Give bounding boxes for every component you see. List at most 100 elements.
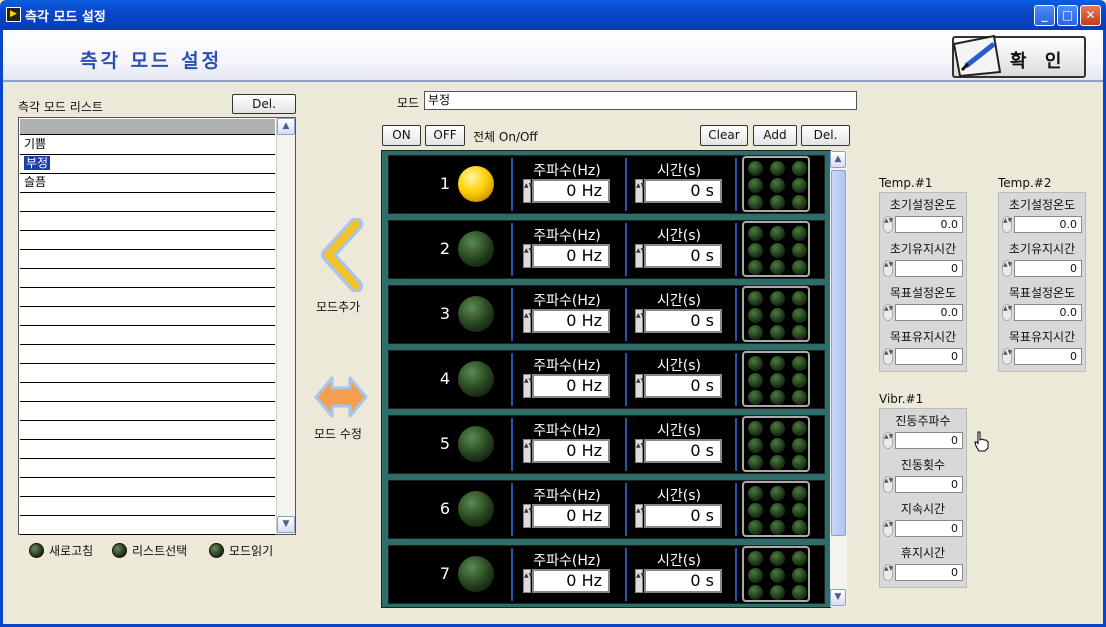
- matrix-led[interactable]: [792, 390, 807, 405]
- list-del-button[interactable]: Del.: [232, 94, 296, 114]
- led-matrix[interactable]: [742, 481, 810, 537]
- list-item[interactable]: [20, 212, 275, 231]
- vibr1-field-spinner[interactable]: ▲▼: [883, 476, 893, 493]
- add-mode-arrow-icon[interactable]: [318, 218, 366, 292]
- led-matrix[interactable]: [742, 416, 810, 472]
- matrix-led[interactable]: [748, 390, 763, 405]
- matrix-led[interactable]: [770, 243, 785, 258]
- matrix-led[interactable]: [770, 585, 785, 600]
- matrix-led[interactable]: [792, 195, 807, 210]
- freq-spinner[interactable]: ▲▼: [523, 569, 533, 593]
- matrix-led[interactable]: [770, 325, 785, 340]
- matrix-led[interactable]: [770, 486, 785, 501]
- matrix-led[interactable]: [792, 226, 807, 241]
- list-scrollbar[interactable]: ▲ ▼: [276, 118, 295, 534]
- channel-led[interactable]: [458, 491, 494, 527]
- led-matrix[interactable]: [742, 221, 810, 277]
- matrix-led[interactable]: [748, 373, 763, 388]
- list-item[interactable]: [20, 440, 275, 459]
- mode-input[interactable]: 부정: [424, 91, 857, 110]
- temp1-field-input[interactable]: 0: [895, 260, 963, 277]
- matrix-led[interactable]: [770, 291, 785, 306]
- matrix-led[interactable]: [770, 161, 785, 176]
- time-spinner[interactable]: ▲▼: [635, 179, 645, 203]
- matrix-led[interactable]: [770, 356, 785, 371]
- list-item[interactable]: [20, 364, 275, 383]
- matrix-led[interactable]: [792, 291, 807, 306]
- vibr1-field-input[interactable]: 0: [895, 520, 963, 537]
- time-input[interactable]: 0 s: [644, 244, 722, 268]
- list-item[interactable]: [20, 516, 275, 535]
- freq-input[interactable]: 0 Hz: [532, 504, 610, 528]
- freq-input[interactable]: 0 Hz: [532, 244, 610, 268]
- edit-mode-arrow-icon[interactable]: [314, 372, 368, 422]
- list-item[interactable]: [20, 459, 275, 478]
- temp2-field-input[interactable]: 0.0: [1014, 304, 1082, 321]
- temp2-field-input[interactable]: 0: [1014, 348, 1082, 365]
- matrix-led[interactable]: [748, 421, 763, 436]
- matrix-led[interactable]: [748, 585, 763, 600]
- temp1-field-spinner[interactable]: ▲▼: [883, 216, 893, 233]
- matrix-led[interactable]: [792, 421, 807, 436]
- matrix-led[interactable]: [792, 503, 807, 518]
- temp1-field-input[interactable]: 0.0: [895, 216, 963, 233]
- matrix-led[interactable]: [792, 260, 807, 275]
- vibr1-field-spinner[interactable]: ▲▼: [883, 564, 893, 581]
- add-button[interactable]: Add: [753, 125, 797, 146]
- matrix-led[interactable]: [748, 178, 763, 193]
- matrix-led[interactable]: [792, 520, 807, 535]
- list-item[interactable]: [20, 231, 275, 250]
- scroll-up-icon[interactable]: ▲: [277, 118, 295, 135]
- matrix-led[interactable]: [792, 178, 807, 193]
- temp1-field-spinner[interactable]: ▲▼: [883, 304, 893, 321]
- matrix-led[interactable]: [792, 438, 807, 453]
- matrix-led[interactable]: [792, 325, 807, 340]
- matrix-led[interactable]: [748, 455, 763, 470]
- maximize-button[interactable]: □: [1057, 5, 1078, 26]
- led-matrix[interactable]: [742, 286, 810, 342]
- matrix-led[interactable]: [770, 421, 785, 436]
- close-button[interactable]: ✕: [1080, 5, 1101, 26]
- list-item[interactable]: [20, 383, 275, 402]
- time-input[interactable]: 0 s: [644, 504, 722, 528]
- channel-led[interactable]: [458, 426, 494, 462]
- vibr1-field-input[interactable]: 0: [895, 564, 963, 581]
- temp1-field-input[interactable]: 0.0: [895, 304, 963, 321]
- time-input[interactable]: 0 s: [644, 309, 722, 333]
- vibr1-field-spinner[interactable]: ▲▼: [883, 432, 893, 449]
- temp2-field-spinner[interactable]: ▲▼: [1002, 260, 1012, 277]
- list-item[interactable]: [20, 288, 275, 307]
- channel-led[interactable]: [458, 296, 494, 332]
- freq-spinner[interactable]: ▲▼: [523, 244, 533, 268]
- list-item[interactable]: 슬픔: [20, 174, 275, 193]
- channel-led[interactable]: [458, 231, 494, 267]
- matrix-led[interactable]: [748, 486, 763, 501]
- list-item[interactable]: [20, 250, 275, 269]
- minimize-button[interactable]: _: [1034, 5, 1055, 26]
- matrix-led[interactable]: [770, 568, 785, 583]
- matrix-led[interactable]: [770, 390, 785, 405]
- matrix-led[interactable]: [770, 520, 785, 535]
- temp2-field-input[interactable]: 0: [1014, 260, 1082, 277]
- matrix-led[interactable]: [792, 356, 807, 371]
- temp2-field-spinner[interactable]: ▲▼: [1002, 348, 1012, 365]
- temp1-field-input[interactable]: 0: [895, 348, 963, 365]
- time-spinner[interactable]: ▲▼: [635, 309, 645, 333]
- time-input[interactable]: 0 s: [644, 179, 722, 203]
- freq-input[interactable]: 0 Hz: [532, 569, 610, 593]
- vibr1-field-input[interactable]: 0: [895, 432, 963, 449]
- temp1-field-spinner[interactable]: ▲▼: [883, 260, 893, 277]
- freq-spinner[interactable]: ▲▼: [523, 309, 533, 333]
- time-spinner[interactable]: ▲▼: [635, 244, 645, 268]
- vibr1-field-input[interactable]: 0: [895, 476, 963, 493]
- matrix-led[interactable]: [748, 551, 763, 566]
- list-item[interactable]: [20, 193, 275, 212]
- matrix-led[interactable]: [748, 243, 763, 258]
- list-item[interactable]: 기쁨: [20, 136, 275, 155]
- list-item[interactable]: [20, 478, 275, 497]
- freq-spinner[interactable]: ▲▼: [523, 504, 533, 528]
- list-item[interactable]: [20, 307, 275, 326]
- list-item[interactable]: [20, 269, 275, 288]
- scroll-down-icon[interactable]: ▼: [277, 516, 295, 533]
- list-item[interactable]: [20, 402, 275, 421]
